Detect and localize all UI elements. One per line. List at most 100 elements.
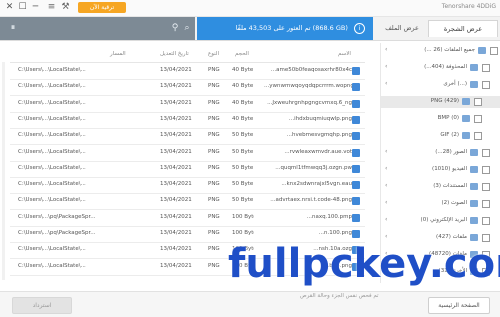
cell-size: 50 Byte (232, 181, 254, 188)
table-row[interactable]: C:\Users\...\LocalState\... 13/04/2021 PNG… (10, 145, 365, 162)
table-row[interactable]: C:\Users\...\LocalState\... 13/04/2021 PNG… (10, 128, 365, 146)
minimize-icon[interactable]: ─ (30, 2, 41, 13)
table-header: المسار تاريخ التعديل النوع الحجم الاسم (10, 48, 365, 63)
tree-item[interactable]: الصوت (2) ‹ (381, 198, 500, 210)
tree-checkbox[interactable] (482, 166, 490, 174)
tree-checkbox[interactable] (490, 47, 498, 55)
maximize-icon[interactable]: ☐ (17, 2, 28, 13)
expand-arrow-icon[interactable]: ‹ (385, 46, 387, 53)
home-button[interactable]: الصفحة الرئيسية (428, 297, 490, 314)
tree-checkbox[interactable] (474, 98, 482, 106)
tab-tree-view[interactable]: عرض الشجرة (428, 20, 498, 37)
folder-icon (470, 64, 478, 71)
info-icon[interactable]: i (354, 22, 365, 34)
header-size[interactable]: الحجم (235, 51, 249, 57)
table-row[interactable]: C:\Users\...\LocalState\... 13/04/2021 PNG… (10, 193, 365, 211)
cell-type: PNG (208, 213, 220, 220)
tree-item[interactable]: جميع الملفات (26 ...) ‹ (381, 45, 500, 57)
cell-name: ...ywnwmwqoyqdqpcrrrm.wopng (264, 83, 352, 90)
upgrade-button[interactable]: ترقية الآن (78, 2, 126, 13)
header-date[interactable]: تاريخ التعديل (160, 51, 189, 57)
expand-arrow-icon[interactable]: ‹ (385, 199, 387, 206)
pause-icon[interactable]: ⏸ (8, 23, 18, 33)
expand-arrow-icon[interactable]: ‹ (385, 148, 387, 155)
tree-checkbox[interactable] (482, 200, 490, 208)
cell-type: PNG (208, 99, 220, 106)
table-row[interactable]: C:\Users\...\LocalState\... 13/04/2021 PNG… (10, 177, 365, 195)
tree-item-label: PNG (429) (430, 98, 459, 104)
table-row[interactable]: C:\Users\...\LocalState\... 13/04/2021 PNG… (10, 112, 365, 129)
tree-item[interactable]: الصور (28...) ‹ (381, 147, 500, 159)
image-file-icon (352, 83, 360, 92)
cell-name: ...ihdxbuqmiuqwlp.png (288, 115, 352, 122)
cell-size: 100 Byte (232, 213, 254, 220)
cell-date: 13/04/2021 (160, 83, 192, 90)
image-file-icon (352, 67, 360, 75)
tree-item-label: الصوت (2) (441, 200, 467, 206)
cell-name: ...hvebmesvgmqhp.png (286, 132, 352, 139)
tree-item-label: جميع الملفات (26 ...) (424, 47, 475, 53)
header-name[interactable]: الاسم (338, 51, 351, 57)
tree-item[interactable]: GIF (2) (381, 130, 500, 142)
expand-arrow-icon[interactable]: ‹ (385, 165, 387, 172)
tree-item[interactable]: المحذوفة (404...) ‹ (381, 62, 500, 74)
tree-item-label: المحذوفة (404...) (424, 64, 467, 70)
tree-checkbox[interactable] (482, 183, 490, 191)
table-row[interactable]: C:\Users\...\LocalState\... 13/04/2021 PNG… (10, 96, 365, 113)
folder-icon (470, 200, 478, 207)
image-file-icon (352, 132, 360, 141)
cell-date: 13/04/2021 (160, 164, 192, 171)
app-window: ✕ ☐ ─ ≡ ⚒ ترقية الآن Tenorshare 4DDiG ⏸ … (0, 0, 500, 317)
tab-file-view[interactable]: عرض الملف (378, 20, 426, 36)
table-row[interactable]: C:\Users\...\LocalState\... 13/04/2021 PNG… (10, 161, 365, 178)
cell-size: 40 Byte (232, 83, 254, 90)
cell-size: 40 Byte (232, 99, 254, 106)
expand-arrow-icon[interactable]: ‹ (385, 182, 387, 189)
table-row[interactable]: C:\Users\...\LocalState\... 13/04/2021 PNG… (10, 79, 365, 97)
tree-item[interactable]: الفيديو (1010) ‹ (381, 164, 500, 176)
search-icon[interactable]: ⌕ (182, 23, 192, 33)
scan-result-text: تم العثور على 43,503 ملفًا (868.6 GB) (235, 24, 348, 32)
close-icon[interactable]: ✕ (4, 2, 15, 13)
cell-type: PNG (208, 148, 220, 155)
title-bar: ✕ ☐ ─ ≡ ⚒ ترقية الآن Tenorshare 4DDiG (0, 0, 500, 17)
tree-item[interactable]: أخرى (...) ‹ (381, 79, 500, 91)
expand-arrow-icon[interactable]: ‹ (385, 80, 387, 87)
cell-name: ...knx2sdwnrajxl5vgn.eau (281, 181, 352, 188)
tree-checkbox[interactable] (482, 217, 490, 225)
menu-icon[interactable]: ≡ (46, 2, 57, 13)
image-file-icon (352, 115, 360, 124)
tree-checkbox[interactable] (474, 115, 482, 123)
cell-date: 13/04/2021 (160, 132, 192, 139)
table-row[interactable]: C:\Users\...\pq\PackageSpr... 13/04/2021 P… (10, 210, 365, 227)
cell-date: 13/04/2021 (160, 230, 192, 236)
recover-button[interactable]: استرداد (12, 297, 72, 314)
expand-arrow-icon[interactable]: ‹ (385, 233, 387, 240)
expand-arrow-icon[interactable]: ‹ (385, 216, 387, 223)
expand-arrow-icon[interactable]: ‹ (385, 63, 387, 70)
tree-item[interactable]: المستندات (3) ‹ (381, 181, 500, 193)
cell-type: PNG (208, 246, 220, 253)
table-scrollbar[interactable] (2, 62, 5, 280)
tree-checkbox[interactable] (482, 64, 490, 72)
tree-item[interactable]: BMP (0) (381, 113, 500, 125)
tree-item-label: الصور (28...) (435, 149, 467, 155)
cell-path: C:\Users\...\LocalState\... (18, 99, 86, 106)
folder-icon (470, 234, 478, 241)
cell-path: C:\Users\...\LocalState\... (18, 181, 86, 188)
tree-item[interactable]: PNG (429) (381, 96, 500, 108)
cell-name: ...naxq.100.pmp (306, 213, 352, 220)
header-type[interactable]: النوع (208, 51, 219, 57)
cell-date: 13/04/2021 (160, 67, 192, 73)
cell-date: 13/04/2021 (160, 115, 192, 122)
tree-checkbox[interactable] (482, 81, 490, 89)
table-row[interactable]: C:\Users\...\LocalState\... 13/04/2021 PNG… (10, 63, 365, 80)
tools-icon[interactable]: ⚒ (60, 2, 71, 13)
tree-item[interactable]: البريد الإلكتروني (0) ‹ (381, 215, 500, 227)
header-path[interactable]: المسار (110, 51, 126, 57)
filter-icon[interactable]: ⚲ (170, 23, 180, 33)
cell-path: C:\Users\...\LocalState\... (18, 148, 86, 155)
tree-checkbox[interactable] (482, 149, 490, 157)
tree-checkbox[interactable] (474, 132, 482, 140)
cell-date: 13/04/2021 (160, 213, 192, 220)
